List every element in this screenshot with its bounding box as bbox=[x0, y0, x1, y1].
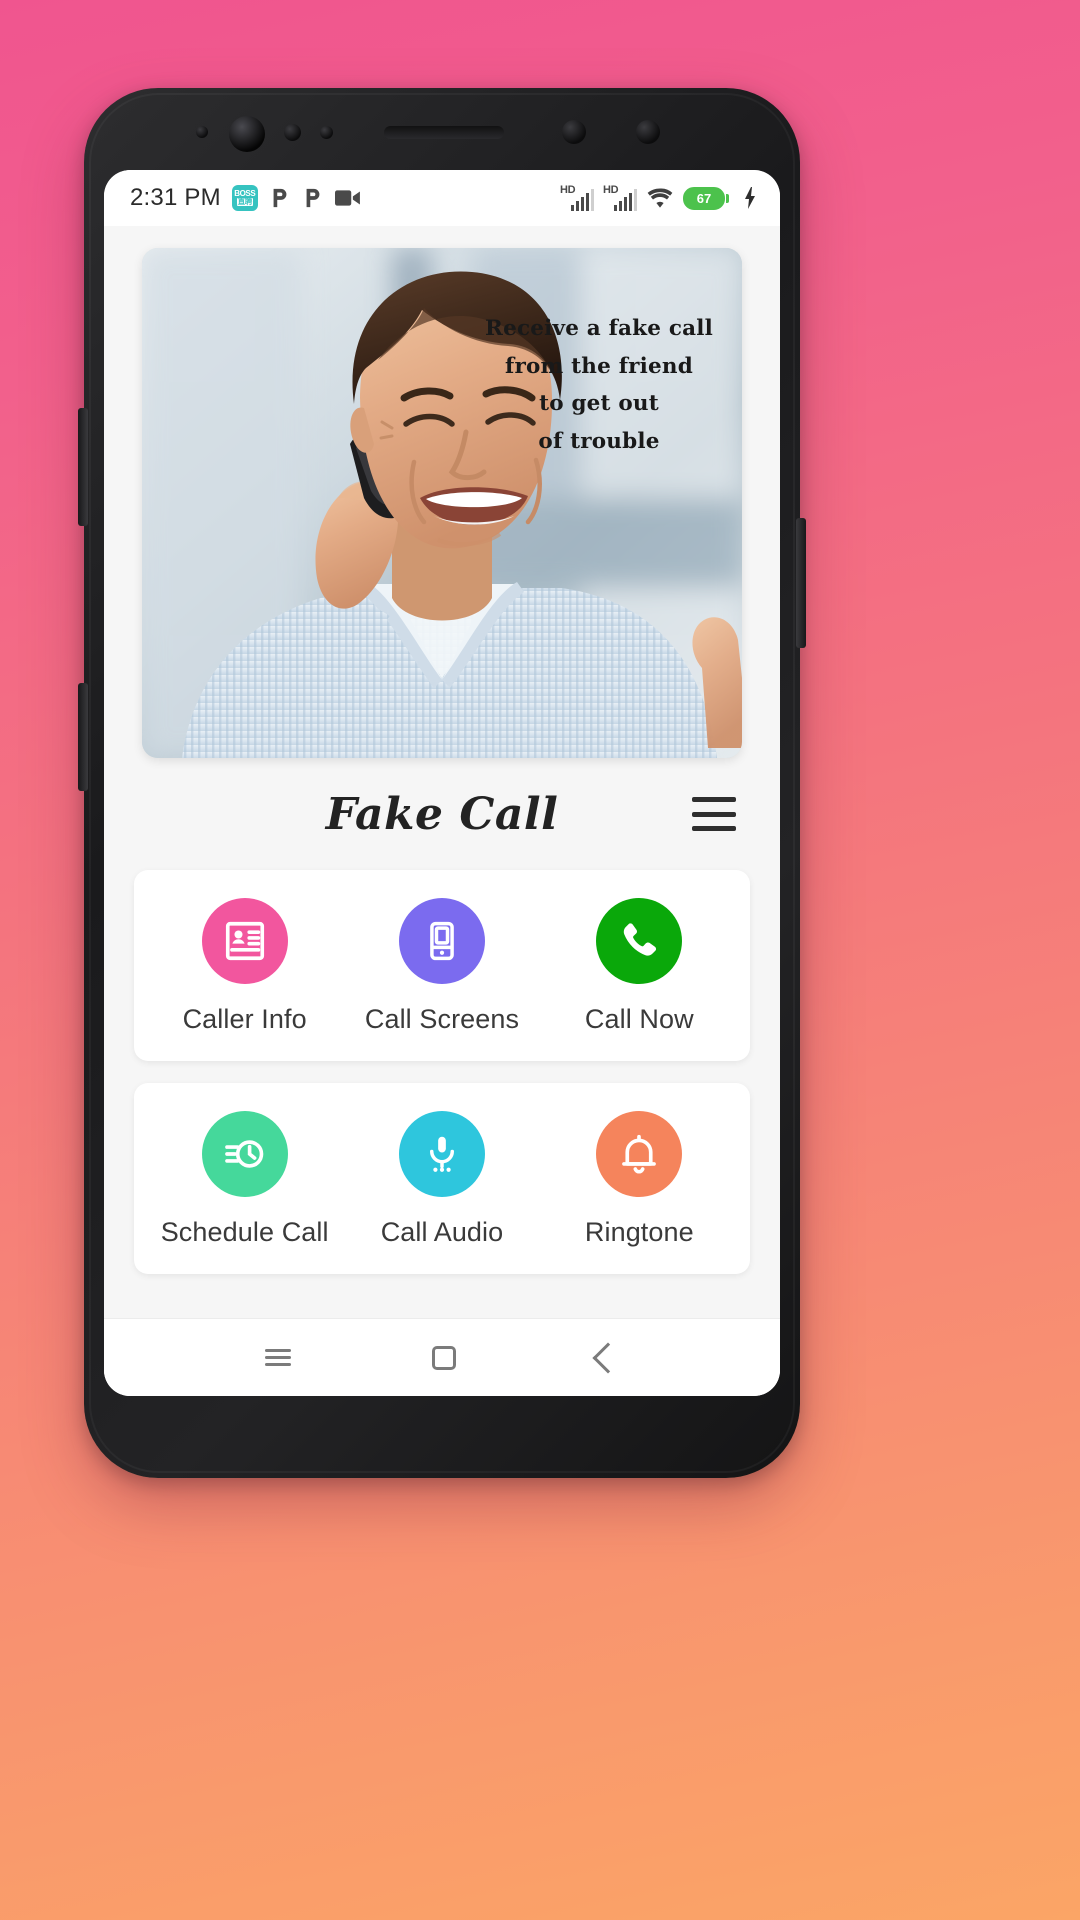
mobile-screen-icon bbox=[398, 898, 485, 984]
battery-indicator: 67 bbox=[683, 186, 729, 210]
recent-apps-icon[interactable] bbox=[264, 1349, 291, 1366]
bell-icon bbox=[596, 1111, 683, 1197]
wifi-icon bbox=[647, 188, 673, 208]
android-navigation-bar bbox=[104, 1318, 780, 1396]
sensor-dot-icon bbox=[562, 120, 586, 144]
status-bar-right: HD HD 67 bbox=[560, 184, 758, 211]
light-sensor-icon bbox=[284, 124, 301, 141]
action-label: Call Now bbox=[584, 1004, 694, 1034]
front-camera-icon bbox=[229, 116, 265, 152]
power-button[interactable] bbox=[796, 518, 806, 648]
action-card-row-2: Schedule Call Call Audio Ringtone bbox=[134, 1083, 750, 1274]
caption-line-4: of trouble bbox=[538, 428, 660, 454]
app-header: Fake Call bbox=[104, 758, 780, 870]
earpiece-speaker bbox=[384, 126, 504, 139]
action-label: Ringtone bbox=[584, 1217, 694, 1247]
battery-level: 67 bbox=[683, 186, 725, 210]
p-app-icon bbox=[273, 188, 287, 208]
app-content: Receive a fake call from the friend to g… bbox=[104, 226, 780, 1396]
action-call-now[interactable]: Call Now bbox=[541, 898, 738, 1035]
hamburger-menu-icon[interactable] bbox=[692, 797, 736, 831]
status-bar-left: 2:31 PM BOSS 直聘 bbox=[130, 184, 361, 212]
hero-caption: Receive a fake call from the friend to g… bbox=[474, 310, 724, 461]
proximity-sensor-icon bbox=[196, 126, 208, 138]
home-icon[interactable] bbox=[431, 1345, 456, 1370]
action-call-audio[interactable]: Call Audio bbox=[343, 1111, 540, 1248]
phone-device-frame: 2:31 PM BOSS 直聘 HD HD 67 Receive a fake … bbox=[78, 88, 806, 1478]
phone-chin bbox=[104, 1408, 780, 1452]
phone-handset-icon bbox=[596, 898, 683, 984]
action-label: Caller Info bbox=[182, 1004, 307, 1034]
action-label: Schedule Call bbox=[160, 1217, 329, 1247]
sensor-dot-icon bbox=[320, 126, 333, 139]
signal-bars bbox=[613, 189, 637, 211]
action-caller-info[interactable]: Caller Info bbox=[146, 898, 343, 1035]
action-schedule-call[interactable]: Schedule Call bbox=[146, 1111, 343, 1248]
charging-bolt-icon bbox=[745, 187, 755, 209]
video-camera-icon bbox=[334, 190, 360, 206]
hero-banner: Receive a fake call from the friend to g… bbox=[142, 248, 742, 758]
signal-bars bbox=[570, 189, 594, 211]
page-title: Fake Call bbox=[325, 788, 559, 840]
microphone-icon bbox=[398, 1111, 485, 1197]
sensor-dot-icon bbox=[636, 120, 660, 144]
clock-schedule-icon bbox=[201, 1111, 288, 1197]
action-ringtone[interactable]: Ringtone bbox=[541, 1111, 738, 1248]
boss-app-icon: BOSS 直聘 bbox=[231, 185, 258, 211]
signal-strength-2-icon: HD bbox=[603, 184, 637, 211]
action-call-screens[interactable]: Call Screens bbox=[343, 898, 540, 1035]
status-bar: 2:31 PM BOSS 直聘 HD HD 67 bbox=[104, 170, 780, 226]
caption-line-1: Receive a fake call bbox=[485, 316, 713, 341]
action-cards: Caller Info Call Screens Call Now Schedu… bbox=[104, 870, 780, 1274]
action-label: Call Screens bbox=[364, 1004, 520, 1034]
volume-down-button[interactable] bbox=[78, 683, 88, 791]
status-clock: 2:31 PM bbox=[130, 184, 221, 211]
signal-strength-1-icon: HD bbox=[560, 184, 594, 211]
p-app-icon bbox=[306, 188, 320, 208]
action-card-row-1: Caller Info Call Screens Call Now bbox=[134, 870, 750, 1061]
wallpaper-background: 2:31 PM BOSS 直聘 HD HD 67 Receive a fake … bbox=[0, 0, 1080, 1920]
phone-screen: 2:31 PM BOSS 直聘 HD HD 67 Receive a fake … bbox=[104, 170, 780, 1396]
action-label: Call Audio bbox=[380, 1217, 504, 1247]
battery-cap bbox=[726, 193, 729, 203]
back-icon[interactable] bbox=[592, 1341, 624, 1374]
volume-up-button[interactable] bbox=[78, 408, 88, 526]
boss-icon-line2: 直聘 bbox=[236, 197, 253, 207]
hero-banner-wrapper: Receive a fake call from the friend to g… bbox=[104, 226, 780, 758]
caption-line-2: from the friend bbox=[505, 353, 693, 379]
caption-line-3: to get out bbox=[539, 391, 659, 417]
contact-card-icon bbox=[201, 898, 288, 984]
